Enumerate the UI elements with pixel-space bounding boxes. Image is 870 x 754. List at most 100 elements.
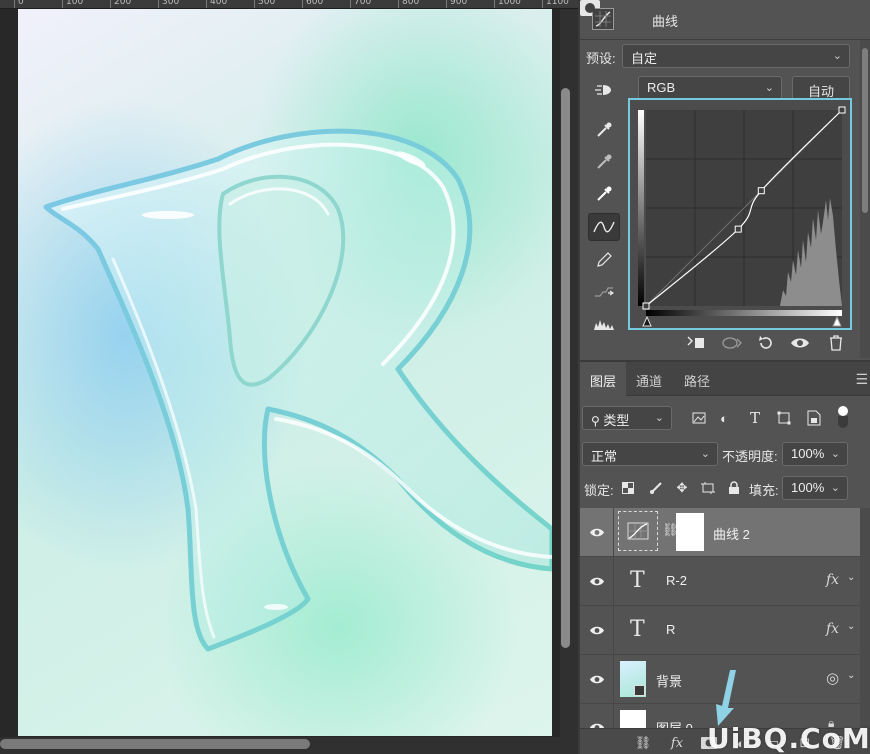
layer-effects-icon[interactable]: fx <box>826 572 839 588</box>
ruler-label: 600 <box>306 0 324 7</box>
tab-layers[interactable]: 图层 <box>580 362 627 396</box>
link-layers-icon[interactable]: ⛓ <box>632 733 654 753</box>
visibility-eye-icon[interactable] <box>588 621 606 639</box>
adjustment-layer-filter-icon[interactable]: ◐ <box>715 409 733 427</box>
lock-label: 锁定: <box>584 483 614 498</box>
layer-effects-icon[interactable]: fx <box>826 621 839 637</box>
white-point-eyedropper-icon[interactable] <box>588 180 620 208</box>
gray-point-eyedropper-icon[interactable] <box>588 148 620 176</box>
chevron-down-icon: ⌄ <box>764 82 774 94</box>
mask-thumbnail[interactable] <box>676 513 704 551</box>
layer-row-r-2[interactable]: T R-2 fx ⌄ <box>580 557 860 606</box>
curves-graph[interactable] <box>628 98 852 330</box>
fill-label: 填充: <box>749 483 779 498</box>
curves-adjustment-icon <box>627 522 649 540</box>
layer-name[interactable]: 曲线 2 <box>713 524 750 543</box>
adjustment-thumbnail[interactable] <box>618 511 658 551</box>
layer-filter-select[interactable]: ⚲ 类型 ⌄ <box>582 406 672 430</box>
preset-value: 自定 <box>631 51 658 66</box>
expand-effects-chevron-icon[interactable]: ⌄ <box>847 621 855 632</box>
layer-row-r[interactable]: T R fx ⌄ <box>580 606 860 655</box>
curves-adjustment-icon[interactable] <box>592 8 614 30</box>
curve-control-point[interactable] <box>757 187 765 195</box>
lock-all-icon[interactable] <box>726 480 742 496</box>
horizontal-ruler: 0 100 200 300 400 500 600 700 800 900 10… <box>0 0 578 9</box>
chevron-down-icon: ⌄ <box>830 448 840 460</box>
channel-select[interactable]: RGB ⌄ <box>638 76 782 100</box>
visibility-eye-icon[interactable] <box>588 670 606 688</box>
properties-footer <box>680 330 860 356</box>
layer-thumbnail[interactable] <box>620 710 646 728</box>
lock-transparent-pixels-icon[interactable] <box>620 480 636 496</box>
expand-effects-chevron-icon[interactable]: ⌄ <box>847 572 855 583</box>
ruler-label: 800 <box>402 0 420 7</box>
reset-icon[interactable] <box>754 332 778 354</box>
curve-control-point[interactable] <box>838 106 846 114</box>
white-point-slider[interactable] <box>832 315 842 327</box>
watermark-logo: UiBQ.CoM <box>707 722 870 754</box>
smooth-curve-icon[interactable] <box>588 278 620 306</box>
visibility-eye-icon[interactable] <box>588 572 606 590</box>
target-adjustment-hand-icon[interactable] <box>588 76 620 104</box>
tab-channels[interactable]: 通道 <box>626 362 672 396</box>
chevron-down-icon: ⌄ <box>830 482 840 494</box>
glass-letter-r <box>43 128 552 652</box>
pixel-layer-filter-icon[interactable] <box>690 409 708 427</box>
type-layer-filter-icon[interactable]: T <box>746 409 764 427</box>
preset-label: 预设: <box>586 51 616 66</box>
properties-title: 曲线 <box>652 14 679 29</box>
layer-name[interactable]: R-2 <box>666 573 687 588</box>
visibility-eye-icon[interactable] <box>588 523 606 541</box>
pencil-draw-icon[interactable] <box>588 246 620 274</box>
ruler-label: 700 <box>354 0 372 7</box>
edit-points-curve-icon[interactable] <box>588 213 620 241</box>
black-point-slider[interactable] <box>642 315 652 327</box>
view-previous-state-icon[interactable] <box>720 332 744 354</box>
layer-row-curves-2[interactable]: ⛓ 曲线 2 <box>580 508 860 557</box>
histogram-warning-icon[interactable] <box>588 310 620 338</box>
chevron-down-icon: ⌄ <box>832 50 842 62</box>
smart-object-thumbnail[interactable] <box>620 661 646 697</box>
add-layer-style-icon[interactable]: fx <box>666 733 688 753</box>
smart-filter-icon[interactable]: ◎ <box>826 669 839 687</box>
lock-image-pixels-icon[interactable] <box>648 480 664 496</box>
fill-value: 100% <box>791 480 825 495</box>
visibility-eye-icon[interactable] <box>588 718 606 728</box>
preset-select[interactable]: 自定 ⌄ <box>622 44 850 68</box>
blend-mode-value: 正常 <box>591 449 618 464</box>
opacity-field[interactable]: 100% ⌄ <box>782 442 848 466</box>
shape-layer-filter-icon[interactable] <box>775 409 793 427</box>
artboard-image[interactable] <box>18 9 552 736</box>
layers-tab-bar: 图层 通道 路径 ☰ <box>580 362 870 396</box>
properties-scroll-thumb[interactable] <box>862 48 868 213</box>
filter-toggle-switch[interactable] <box>838 406 848 428</box>
toggle-visibility-icon[interactable] <box>788 332 812 354</box>
layer-name[interactable]: R <box>666 622 675 637</box>
vertical-scroll-thumb[interactable] <box>561 88 570 648</box>
lock-position-icon[interactable]: ✥ <box>674 480 690 496</box>
blend-mode-select[interactable]: 正常 ⌄ <box>582 442 718 466</box>
curve-control-point[interactable] <box>734 225 742 233</box>
smart-object-filter-icon[interactable] <box>805 409 823 427</box>
expand-filters-chevron-icon[interactable]: ⌄ <box>847 670 855 681</box>
chevron-down-icon: ⌄ <box>700 448 710 460</box>
panel-menu-icon[interactable]: ☰ <box>855 371 868 388</box>
curve-control-point[interactable] <box>642 302 650 310</box>
black-point-eyedropper-icon[interactable] <box>588 116 620 144</box>
ruler-label: 1100 <box>546 0 569 7</box>
layers-scrollbar[interactable] <box>860 508 870 730</box>
annotation-arrow-icon <box>716 670 736 726</box>
ruler-label: 900 <box>450 0 468 7</box>
lock-artboard-icon[interactable] <box>700 480 716 496</box>
filter-kind-value: 类型 <box>603 413 630 428</box>
ruler-label: 300 <box>162 0 180 7</box>
auto-button[interactable]: 自动 <box>792 76 850 100</box>
fill-field[interactable]: 100% ⌄ <box>782 476 848 500</box>
clip-to-layer-icon[interactable] <box>684 332 708 354</box>
tab-paths[interactable]: 路径 <box>674 362 720 396</box>
layer-name[interactable]: 图层 0 <box>656 718 693 728</box>
horizontal-scroll-thumb[interactable] <box>0 739 310 749</box>
trash-icon[interactable] <box>824 332 848 354</box>
layer-name[interactable]: 背景 <box>656 671 682 690</box>
document-canvas-area[interactable]: 0 100 200 300 400 500 600 700 800 900 10… <box>0 0 578 754</box>
